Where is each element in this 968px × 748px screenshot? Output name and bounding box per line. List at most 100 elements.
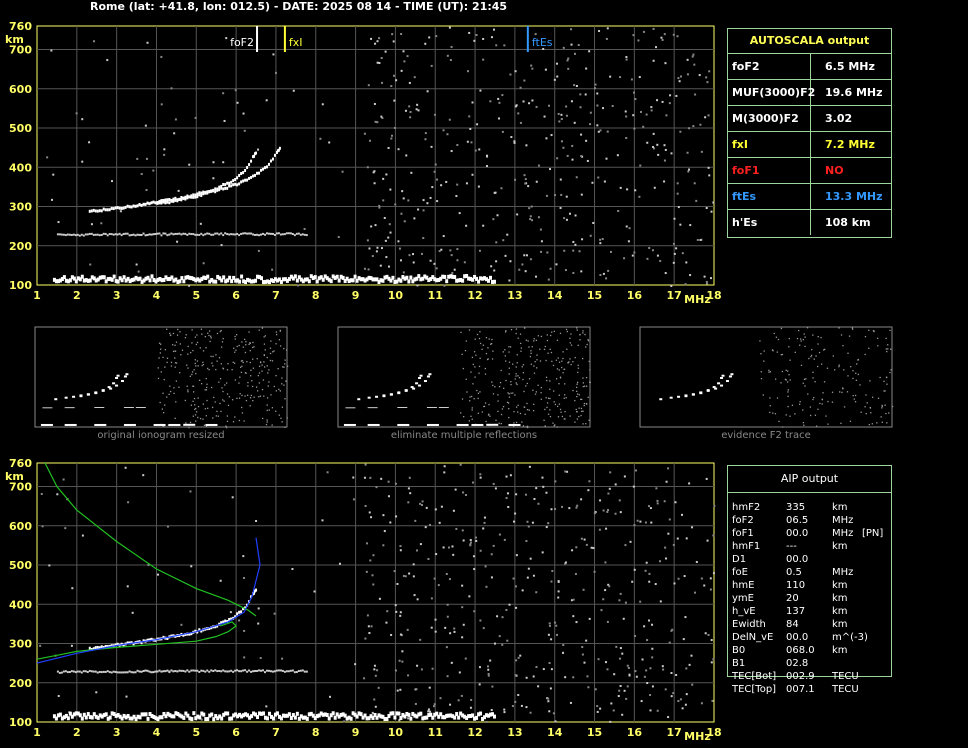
thumbnail-noise	[172, 332, 175, 335]
echo-point	[206, 232, 209, 235]
noise-dot	[575, 506, 578, 509]
noise-dot	[374, 120, 377, 123]
noise-dot	[321, 103, 324, 106]
thumbnail-noise	[583, 402, 586, 405]
thumbnail-noise	[219, 378, 222, 380]
thumbnail-echo	[54, 398, 58, 401]
noise-dot	[592, 547, 595, 550]
thumbnail-noise	[843, 406, 846, 408]
thumbnail-noise	[476, 389, 478, 392]
aip-cell: B1	[732, 658, 746, 669]
thumbnail-noise	[536, 354, 538, 356]
noise-dot	[677, 577, 680, 580]
thumbnail-noise	[234, 379, 237, 381]
echo-point	[273, 153, 276, 157]
noise-dot	[564, 470, 567, 473]
noise-dot	[396, 582, 399, 585]
thumbnail-noise	[789, 359, 791, 361]
thumbnail-noise	[852, 370, 854, 372]
thumbnail-noise	[557, 357, 559, 359]
noise-dot	[549, 267, 552, 270]
echo-point	[262, 711, 266, 716]
thumbnail-noise	[549, 388, 551, 390]
thumbnail-noise	[802, 338, 804, 341]
echo-point	[295, 671, 298, 674]
autoscala-key: fxI	[728, 132, 811, 157]
thumbnail-noise	[555, 378, 558, 380]
echo-point	[461, 278, 465, 283]
echo-point	[407, 712, 411, 717]
noise-dot	[594, 688, 597, 691]
thumbnail-noise	[158, 357, 160, 359]
noise-dot	[554, 720, 557, 723]
noise-dot	[531, 99, 534, 102]
noise-dot	[644, 569, 647, 572]
thumbnail-noise	[497, 410, 499, 413]
thumbnail-noise	[205, 415, 207, 417]
noise-dot	[243, 656, 246, 659]
thumbnail-noise	[578, 407, 580, 409]
noise-dot	[243, 629, 246, 632]
thumbnail-noise	[258, 329, 260, 331]
noise-dot	[373, 664, 376, 667]
noise-dot	[596, 104, 599, 107]
echo-point	[206, 669, 209, 672]
noise-dot	[652, 59, 655, 62]
echo-point	[244, 669, 247, 672]
thumbnail-noise	[166, 361, 168, 364]
noise-dot	[382, 199, 385, 202]
thumbnail-noise	[820, 363, 823, 365]
noise-dot	[321, 519, 324, 522]
thumbnail-noise	[220, 346, 223, 348]
noise-dot	[383, 530, 386, 533]
noise-dot	[352, 476, 355, 479]
noise-dot	[681, 707, 684, 710]
thumbnail-noise	[559, 377, 562, 379]
thumbnail-noise	[528, 346, 530, 348]
echo-point	[88, 232, 91, 235]
noise-dot	[446, 54, 449, 57]
noise-dot	[573, 121, 576, 124]
thumbnail-noise	[224, 384, 226, 386]
noise-dot	[431, 667, 434, 670]
x-tick-label: 8	[312, 726, 320, 739]
noise-dot	[709, 577, 712, 580]
aip-cell: km	[832, 619, 848, 630]
thumbnail-noise	[258, 365, 261, 367]
noise-dot	[597, 176, 600, 179]
x-tick-label: 8	[312, 289, 320, 302]
thumbnail-noise	[555, 359, 558, 361]
thumbnail-noise	[487, 347, 489, 349]
thumbnail-noise	[267, 385, 269, 387]
thumbnail-noise	[781, 370, 784, 373]
thumbnail-noise	[852, 394, 854, 397]
noise-dot	[257, 622, 260, 625]
noise-dot	[496, 214, 499, 217]
echo-point	[84, 670, 87, 673]
noise-dot	[394, 604, 397, 607]
noise-dot	[547, 633, 550, 636]
echo-point	[220, 186, 223, 190]
noise-dot	[395, 79, 398, 82]
noise-dot	[398, 247, 401, 250]
echo-point	[148, 202, 151, 206]
thumbnail-noise	[191, 373, 193, 376]
echo-point	[265, 716, 269, 721]
thumbnail-noise	[842, 345, 844, 347]
echo-point	[212, 670, 215, 673]
thumbnail-noise	[201, 333, 203, 335]
noise-dot	[661, 100, 664, 103]
thumbnail-noise	[253, 346, 255, 348]
thumbnail-noise	[205, 347, 207, 349]
thumbnail-noise	[515, 375, 517, 377]
noise-dot	[708, 174, 711, 177]
thumbnail-noise	[577, 367, 580, 369]
echo-point	[146, 669, 149, 672]
noise-dot	[501, 130, 504, 133]
thumbnail-noise	[215, 354, 217, 356]
thumbnail-noise	[769, 405, 771, 407]
echo-point	[66, 233, 69, 236]
thumbnail-echo	[397, 407, 408, 408]
thumbnail-noise	[504, 349, 506, 351]
noise-dot	[395, 610, 398, 613]
